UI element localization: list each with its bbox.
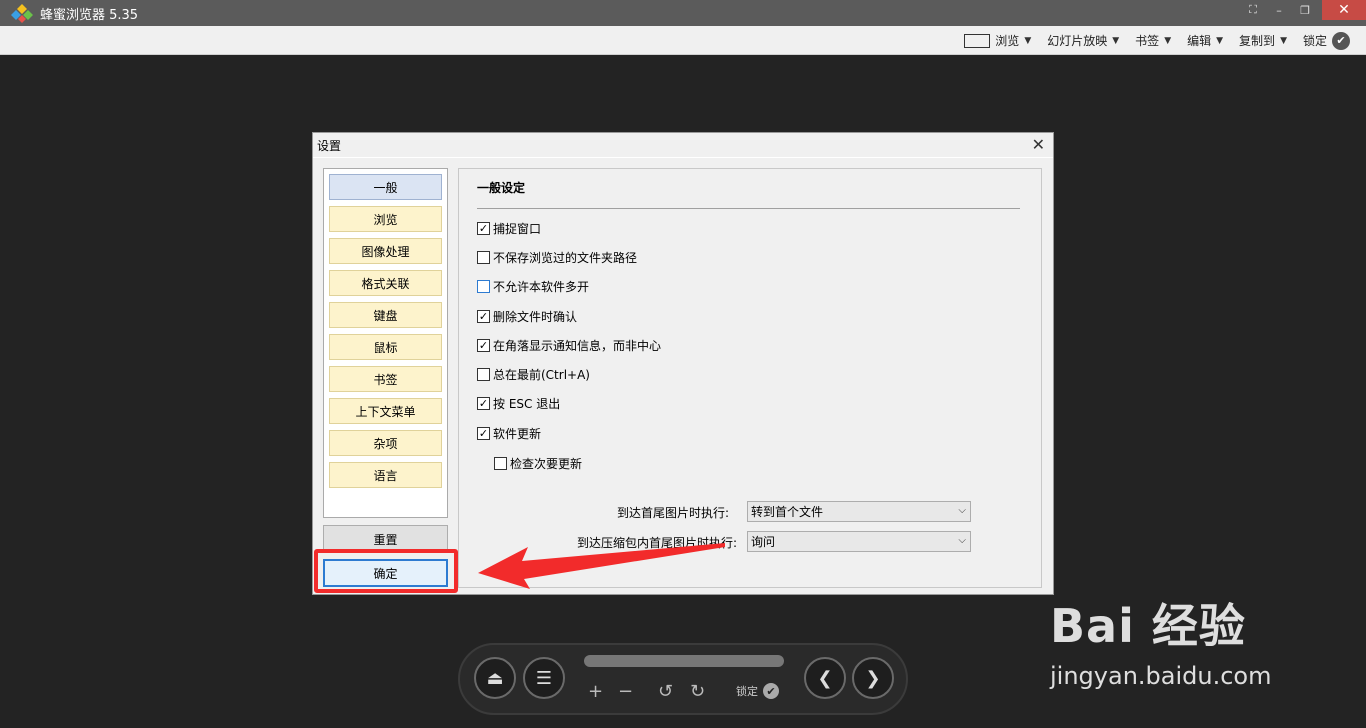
- zoom-out-icon[interactable]: −: [618, 681, 633, 702]
- toolbar-bookmarks-menu[interactable]: 书签 ▼: [1135, 32, 1171, 49]
- toolbar-slideshow-label: 幻灯片放映: [1047, 34, 1108, 48]
- watermark-url: jingyan.baidu.com: [1050, 662, 1272, 690]
- close-icon[interactable]: ✕: [1032, 135, 1045, 154]
- zoom-in-icon[interactable]: +: [588, 681, 603, 702]
- dropdown-arrow-icon: ▼: [1280, 35, 1287, 46]
- archive-first-last-action-select[interactable]: 询问 ⌵: [747, 531, 971, 552]
- toolbar-slideshow-menu[interactable]: 幻灯片放映 ▼: [1047, 32, 1119, 49]
- checkbox-checked[interactable]: ✓: [477, 427, 490, 440]
- option-corner-notifications[interactable]: ✓ 在角落显示通知信息，而非中心: [477, 337, 661, 354]
- dialog-title: 设置: [317, 139, 342, 153]
- highlight-box: [314, 549, 458, 593]
- option-label: 不保存浏览过的文件夹路径: [493, 251, 638, 265]
- nav-item-file-association[interactable]: 格式关联: [329, 270, 442, 296]
- nav-item-general[interactable]: 一般: [329, 174, 442, 200]
- check-circle-icon: ✔: [763, 683, 779, 699]
- eject-button[interactable]: ⏏: [474, 657, 516, 699]
- select-value: 转到首个文件: [751, 505, 824, 519]
- dropdown-arrow-icon: ▼: [1024, 35, 1032, 46]
- checkbox-checked[interactable]: ✓: [477, 310, 490, 323]
- check-circle-icon: ✔: [1332, 31, 1350, 50]
- watermark-brand: Bai 经验: [1050, 599, 1246, 653]
- option-label: 在角落显示通知信息，而非中心: [493, 339, 662, 353]
- settings-nav: 一般 浏览 图像处理 格式关联 键盘 鼠标 书签 上下文菜单 杂项 语言: [323, 168, 448, 518]
- option-label: 按 ESC 退出: [493, 397, 561, 411]
- dropdown-arrow-icon: ▼: [1112, 35, 1120, 46]
- nav-item-mouse[interactable]: 鼠标: [329, 334, 442, 360]
- previous-button[interactable]: ❮: [804, 657, 846, 699]
- restore-icon[interactable]: ❐: [1292, 0, 1318, 20]
- option-label: 删除文件时确认: [493, 310, 578, 324]
- option-always-on-top[interactable]: 总在最前(Ctrl+A): [477, 366, 590, 383]
- general-settings-panel: 一般设定 ✓ 捕捉窗口 不保存浏览过的文件夹路径 不允许本软件多开 ✓ 删除文件…: [458, 168, 1042, 588]
- close-window-button[interactable]: ✕: [1322, 0, 1366, 20]
- nav-item-context-menu[interactable]: 上下文菜单: [329, 398, 442, 424]
- toolbar-browse-menu[interactable]: 浏览 ▼: [964, 32, 1031, 49]
- option-single-instance[interactable]: 不允许本软件多开: [477, 278, 589, 295]
- progress-slider[interactable]: [584, 655, 784, 667]
- divider: [313, 157, 1053, 158]
- option-label: 不允许本软件多开: [493, 280, 590, 294]
- option-label: 检查次要更新: [510, 457, 583, 471]
- next-button[interactable]: ❯: [852, 657, 894, 699]
- title-bar: 蜂蜜浏览器 5.35 ⛶ – ❐ ✕: [0, 0, 1366, 26]
- minimize-icon[interactable]: –: [1266, 0, 1292, 20]
- menu-button[interactable]: ☰: [523, 657, 565, 699]
- option-confirm-delete[interactable]: ✓ 删除文件时确认: [477, 308, 577, 325]
- nav-item-browse[interactable]: 浏览: [329, 206, 442, 232]
- checkbox-unchecked[interactable]: [477, 368, 490, 381]
- option-label: 捕捉窗口: [493, 222, 542, 236]
- option-label: 总在最前(Ctrl+A): [493, 368, 590, 382]
- browse-frame-icon: [964, 33, 991, 48]
- nav-item-bookmarks[interactable]: 书签: [329, 366, 442, 392]
- annotation-arrow-icon: [478, 543, 725, 589]
- option-minor-updates[interactable]: 检查次要更新: [494, 455, 582, 472]
- settings-dialog: 设置 ✕ 一般 浏览 图像处理 格式关联 键盘 鼠标 书签 上下文菜单 杂项 语…: [312, 132, 1054, 595]
- rotate-left-icon[interactable]: ↺: [658, 681, 673, 702]
- divider: [477, 208, 1020, 209]
- section-title: 一般设定: [477, 181, 526, 195]
- option-esc-exit[interactable]: ✓ 按 ESC 退出: [477, 395, 560, 412]
- lock-label: 锁定: [736, 685, 758, 698]
- toolbar-lock-label: 锁定: [1302, 34, 1327, 48]
- playback-control-bar: ⏏ ☰ + − ↺ ↻ 锁定 ✔ ❮ ❯: [458, 643, 908, 715]
- dropdown-arrow-icon: ▼: [1164, 35, 1172, 46]
- window-controls: ⛶ – ❐ ✕: [1240, 0, 1366, 26]
- checkbox-checked[interactable]: ✓: [477, 397, 490, 410]
- nav-item-image-processing[interactable]: 图像处理: [329, 238, 442, 264]
- option-label: 软件更新: [493, 427, 542, 441]
- toolbar-bookmarks-label: 书签: [1135, 34, 1160, 48]
- toolbar-edit-menu[interactable]: 编辑 ▼: [1187, 32, 1223, 49]
- chevron-down-icon: ⌵: [958, 505, 966, 516]
- dropdown-arrow-icon: ▼: [1216, 35, 1224, 46]
- nav-item-keyboard[interactable]: 键盘: [329, 302, 442, 328]
- rotate-right-icon[interactable]: ↻: [690, 681, 705, 702]
- toolbar-edit-label: 编辑: [1187, 34, 1212, 48]
- checkbox-checked[interactable]: ✓: [477, 222, 490, 235]
- toolbar-copyto-menu[interactable]: 复制到 ▼: [1239, 32, 1287, 49]
- chevron-down-icon: ⌵: [958, 535, 966, 546]
- nav-item-language[interactable]: 语言: [329, 462, 442, 488]
- fullscreen-icon[interactable]: ⛶: [1240, 0, 1266, 20]
- checkbox-unchecked[interactable]: [477, 251, 490, 264]
- checkbox-unchecked[interactable]: [494, 457, 507, 470]
- app-logo-icon: [11, 4, 33, 23]
- baidu-watermark: Bai 经验 jingyan.baidu.com: [1050, 590, 1271, 690]
- toolbar-browse-label: 浏览: [995, 34, 1020, 48]
- main-toolbar: 浏览 ▼ 幻灯片放映 ▼ 书签 ▼ 编辑 ▼ 复制到 ▼ 锁定 ✔: [0, 26, 1366, 55]
- checkbox-checked[interactable]: ✓: [477, 339, 490, 352]
- first-last-action-label: 到达首尾图片时执行:: [617, 506, 730, 520]
- toolbar-copyto-label: 复制到: [1239, 34, 1276, 48]
- toolbar-lock-toggle[interactable]: 锁定 ✔: [1302, 31, 1350, 50]
- option-capture-window[interactable]: ✓ 捕捉窗口: [477, 220, 541, 237]
- select-value: 询问: [751, 535, 776, 549]
- app-title: 蜂蜜浏览器 5.35: [40, 8, 139, 23]
- lock-toggle[interactable]: 锁定 ✔: [736, 683, 779, 699]
- nav-item-misc[interactable]: 杂项: [329, 430, 442, 456]
- option-no-save-folder-path[interactable]: 不保存浏览过的文件夹路径: [477, 249, 637, 266]
- checkbox-unchecked[interactable]: [477, 280, 490, 293]
- option-software-update[interactable]: ✓ 软件更新: [477, 425, 541, 442]
- first-last-action-select[interactable]: 转到首个文件 ⌵: [747, 501, 971, 522]
